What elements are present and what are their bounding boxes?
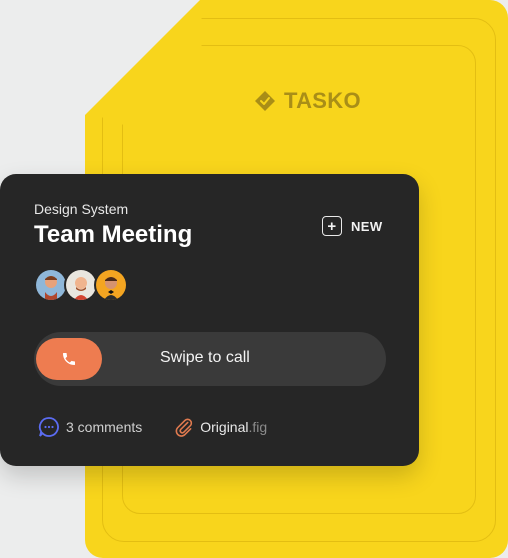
avatar[interactable] <box>94 268 128 302</box>
swipe-to-call-slider[interactable]: Swipe to call <box>34 332 386 386</box>
paperclip-icon <box>175 418 193 437</box>
meeting-title: Team Meeting <box>34 221 193 248</box>
attachment-link[interactable]: Original.fig <box>174 417 267 437</box>
avatar[interactable] <box>64 268 98 302</box>
card-footer: 3 comments Original.fig <box>38 416 267 438</box>
call-handle[interactable] <box>36 338 102 380</box>
participant-avatars <box>34 268 128 302</box>
comments-link[interactable]: 3 comments <box>38 416 142 438</box>
meeting-category: Design System <box>34 201 129 217</box>
attachment-filename: Original <box>200 419 249 435</box>
comments-count: 3 comments <box>66 419 143 435</box>
swipe-to-call-label: Swipe to call <box>160 349 250 366</box>
diamond-logo-icon <box>255 91 275 111</box>
avatar[interactable] <box>34 268 68 302</box>
brand-logo: TASKO <box>254 88 361 114</box>
attachment-extension: .fig <box>248 419 268 435</box>
new-button[interactable]: + NEW <box>322 216 383 236</box>
phone-icon <box>63 353 75 365</box>
comment-bubble-icon <box>38 417 59 437</box>
brand-name: TASKO <box>284 88 361 113</box>
meeting-card: Design System Team Meeting + NEW Swipe t… <box>0 174 419 466</box>
plus-icon: + <box>322 216 342 236</box>
new-button-label: NEW <box>351 218 383 234</box>
